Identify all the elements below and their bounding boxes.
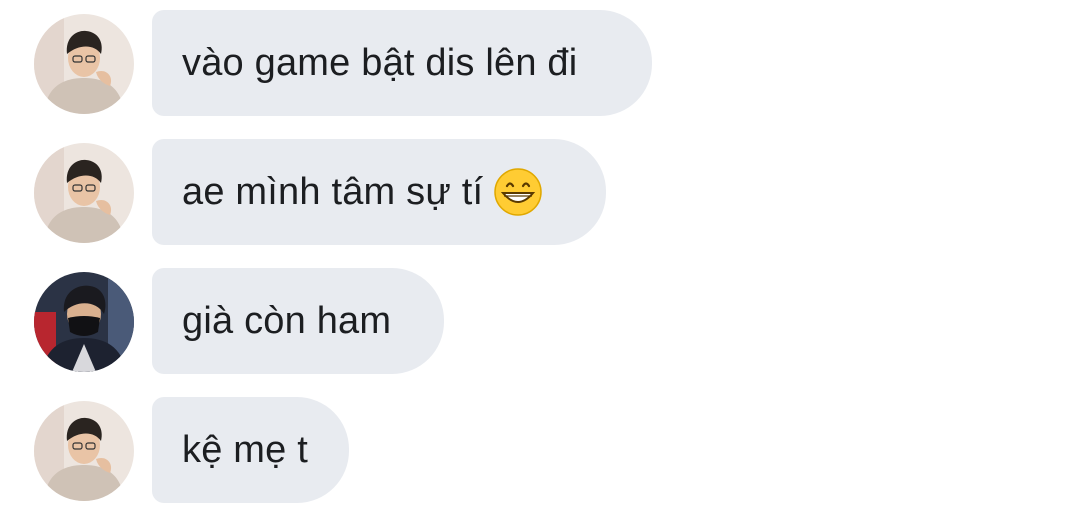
grinning-face-icon — [493, 167, 543, 217]
message-bubble[interactable]: ae mình tâm sự tí — [152, 139, 606, 245]
message-text: vào game bật dis lên đi — [182, 41, 578, 84]
message-row: già còn ham — [0, 266, 450, 374]
user-b-avatar[interactable] — [34, 272, 134, 372]
chat-thread: vào game bật dis lên đi ae mình tâm sự t… — [0, 0, 1079, 515]
message-bubble[interactable]: vào game bật dis lên đi — [152, 10, 652, 116]
user-a-avatar[interactable] — [34, 14, 134, 114]
message-row: kệ mẹ t — [0, 395, 360, 503]
message-row: ae mình tâm sự tí — [0, 137, 610, 245]
message-bubble[interactable]: kệ mẹ t — [152, 397, 349, 503]
message-text: già còn ham — [182, 299, 392, 342]
message-bubble[interactable]: già còn ham — [152, 268, 444, 374]
message-text: kệ mẹ t — [182, 428, 308, 471]
user-a-avatar[interactable] — [34, 401, 134, 501]
message-text: ae mình tâm sự tí — [182, 170, 484, 213]
user-a-avatar[interactable] — [34, 143, 134, 243]
message-row: vào game bật dis lên đi — [0, 8, 660, 116]
